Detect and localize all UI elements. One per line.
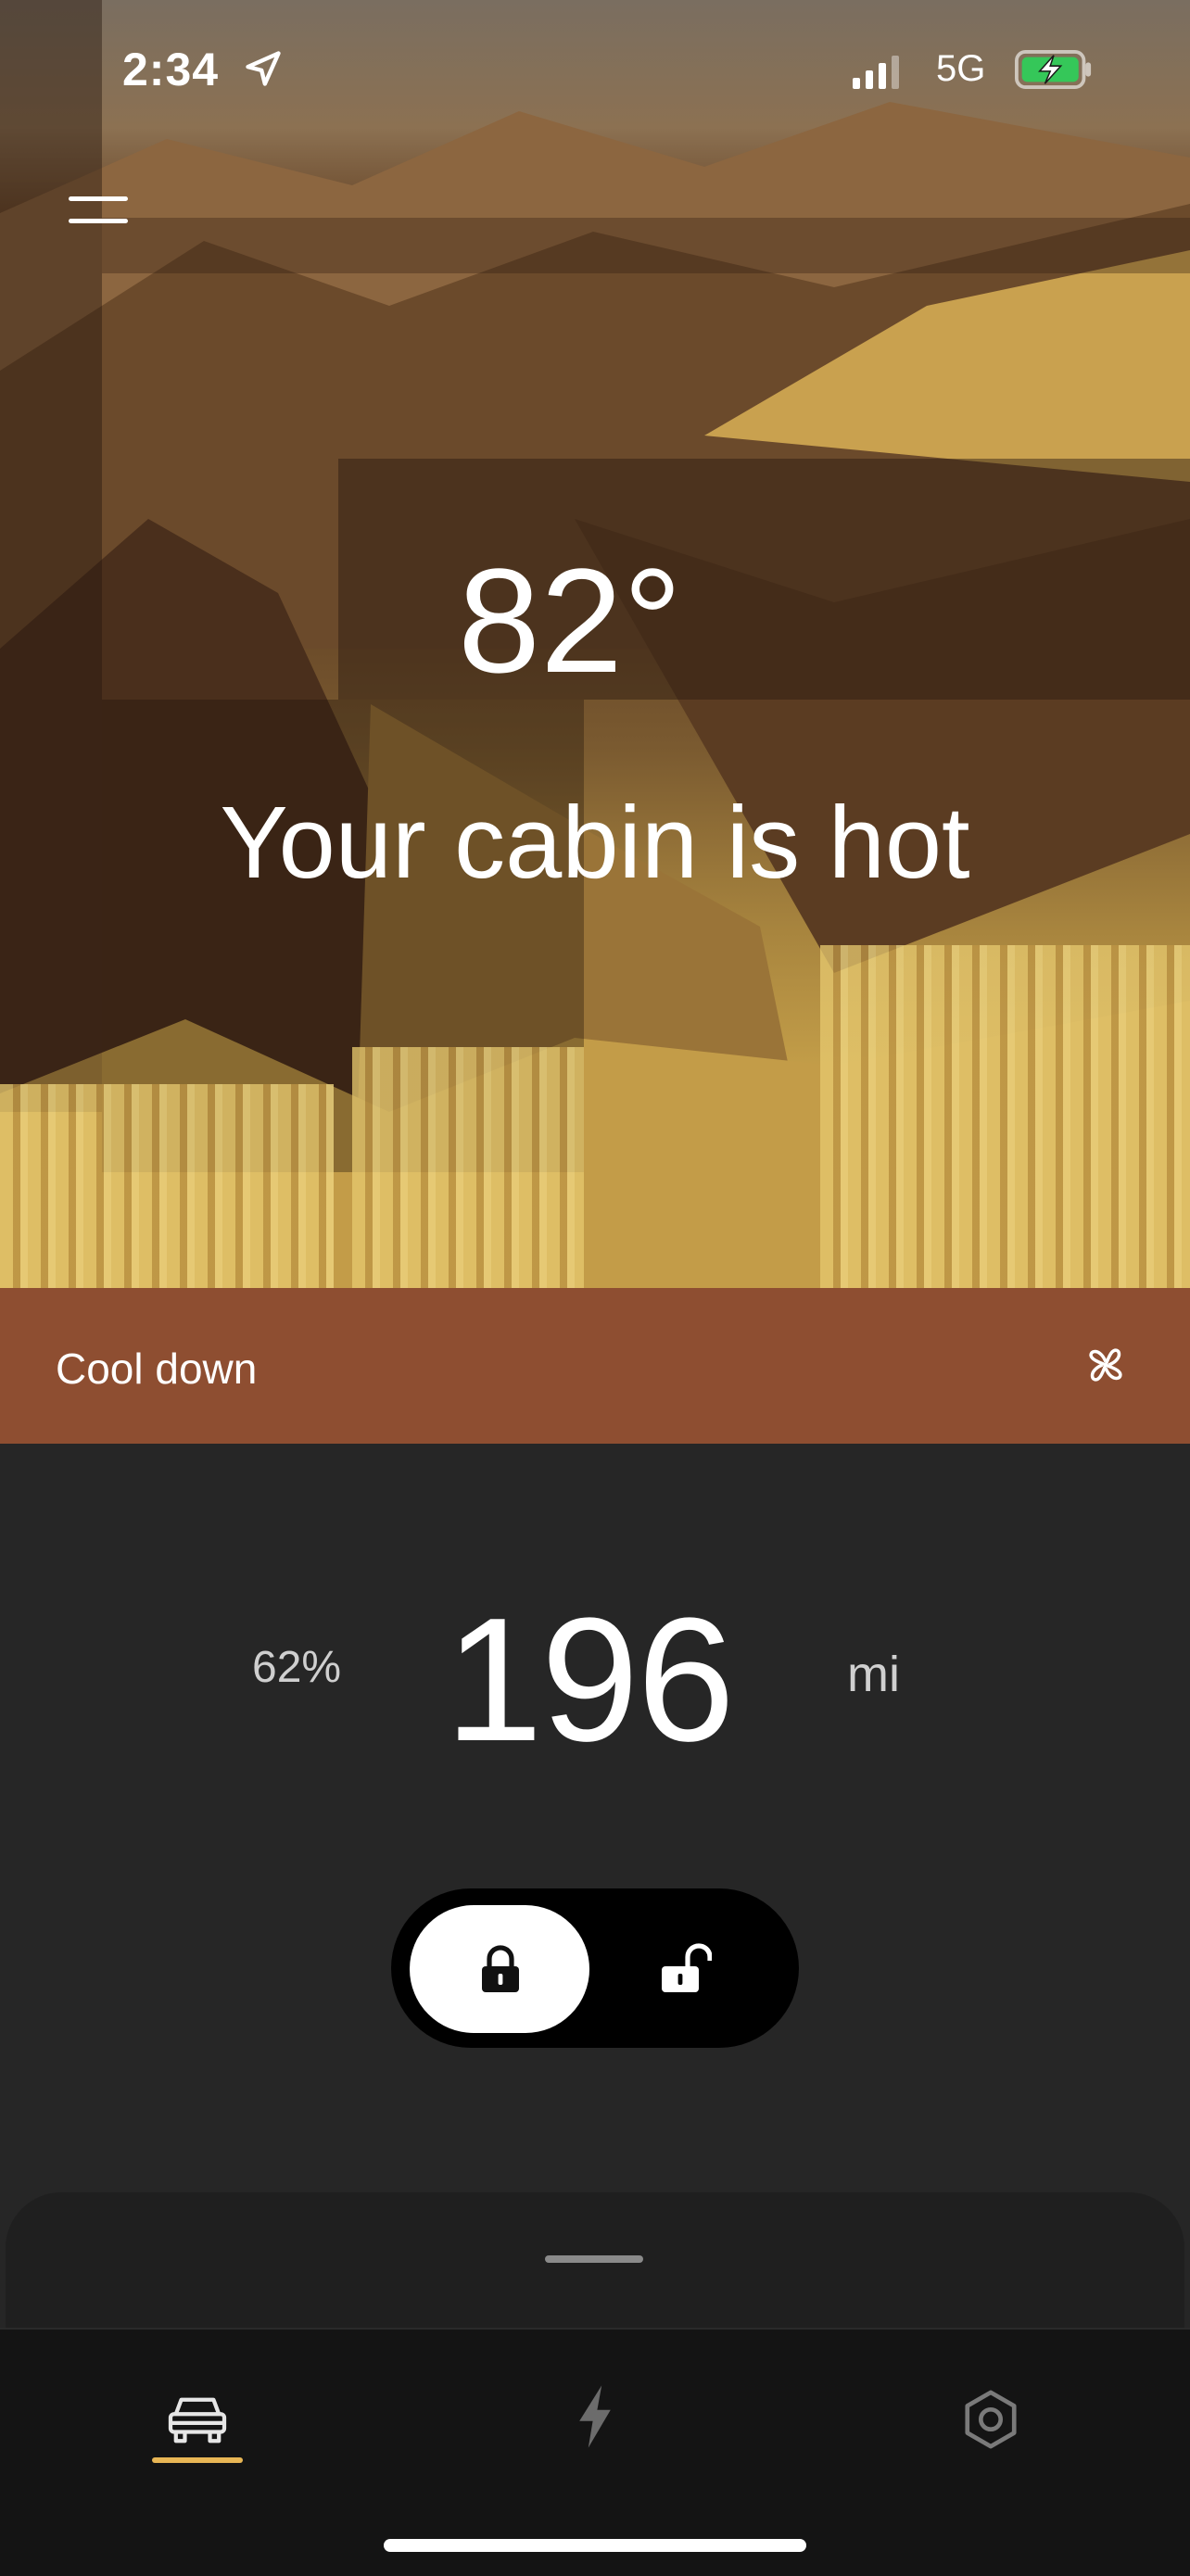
network-type: 5G (936, 48, 986, 89)
status-bar: 2:34 5G (0, 0, 1190, 139)
home-indicator[interactable] (384, 2539, 806, 2552)
cool-down-label: Cool down (56, 1345, 258, 1393)
car-icon[interactable] (165, 2393, 230, 2446)
cabin-status-headline: Your cabin is hot (220, 786, 970, 900)
cellular-signal-icon (853, 56, 899, 89)
unlock-icon[interactable] (660, 1940, 712, 1994)
sheet-drag-handle[interactable] (545, 2255, 643, 2263)
menu-button[interactable] (61, 191, 137, 234)
energy-icon[interactable] (573, 2383, 617, 2450)
status-time: 2:34 (122, 44, 220, 95)
location-arrow-icon (246, 51, 281, 86)
tree-layer (820, 945, 1190, 1288)
range-unit: mi (847, 1647, 900, 1702)
tree-layer (0, 1084, 334, 1288)
active-tab-indicator (152, 2457, 243, 2463)
battery-percent: 62% (252, 1643, 342, 1692)
battery-charging-icon (1015, 50, 1092, 89)
lock-icon (482, 1945, 519, 1992)
fan-icon (1089, 1348, 1122, 1382)
bottom-sheet[interactable] (6, 2192, 1184, 2341)
cool-down-button[interactable]: Cool down (0, 1288, 1190, 1444)
tree-layer (352, 1047, 584, 1288)
cabin-temperature: 82° (458, 537, 682, 703)
range-value: 196 (445, 1582, 735, 1778)
overlay-panel (102, 218, 1190, 273)
settings-icon[interactable] (960, 2389, 1021, 2450)
